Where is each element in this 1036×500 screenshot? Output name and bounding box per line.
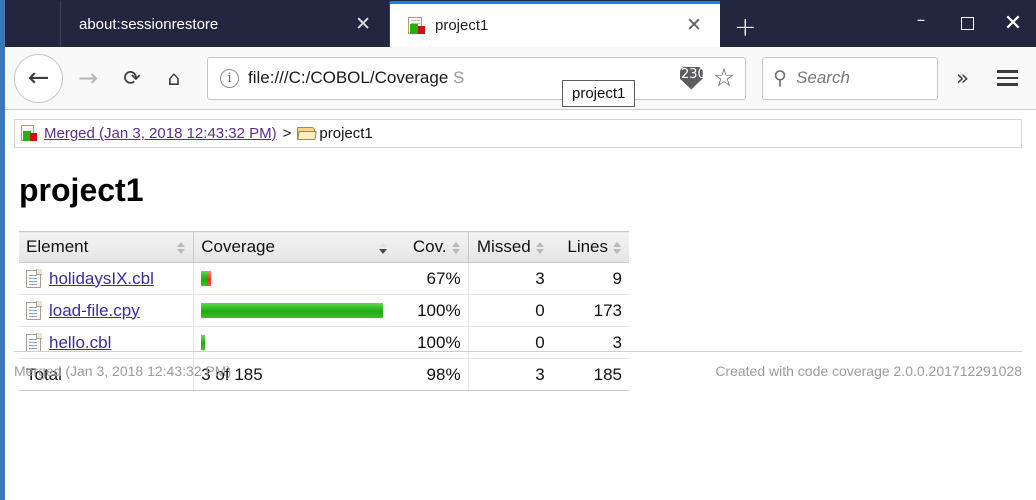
tab-about-sessionrestore[interactable]: about:sessionrestore ✕ (60, 1, 390, 47)
tab-strip: about:sessionrestore ✕ project1 ✕ + (0, 0, 898, 47)
table-head: Element Coverage Cov. Missed Lines (19, 231, 629, 263)
table-row: hello.cbl 100% 0 3 (19, 326, 629, 359)
column-header-lines[interactable]: Lines (551, 231, 629, 263)
cell-cov: 100% (394, 294, 469, 327)
tab-label: about:sessionrestore (79, 15, 219, 33)
sort-arrow-icon (177, 240, 186, 255)
column-header-label: Coverage (201, 237, 275, 256)
file-link[interactable]: holidaysIX.cbl (49, 269, 154, 289)
column-header-label: Lines (567, 237, 608, 256)
sort-arrow-icon (451, 240, 461, 255)
window-controls: – ✕ (898, 0, 1036, 47)
sort-arrow-icon (613, 240, 622, 255)
coverage-bar-missed (207, 271, 212, 286)
tab-content: project1 (408, 16, 489, 35)
tab-label: project1 (435, 17, 489, 34)
browser-window: about:sessionrestore ✕ project1 ✕ + – ✕ (0, 0, 1036, 500)
reload-button[interactable]: ⟳ (115, 61, 149, 95)
maximize-button[interactable] (944, 0, 990, 47)
column-header-label: Cov. (412, 237, 447, 256)
cell-missed: 3 (468, 262, 552, 295)
tooltip: project1 (562, 80, 636, 107)
home-button[interactable]: ⌂ (157, 61, 191, 95)
page-title: project1 (19, 172, 144, 208)
column-header-label: Missed (476, 237, 531, 256)
breadcrumb-current: project1 (319, 125, 373, 142)
coverage-bar (201, 335, 388, 350)
search-input[interactable]: Search (796, 68, 850, 88)
file-icon (26, 268, 42, 288)
window-left-edge-strip (0, 0, 5, 500)
overflow-chevron-icon[interactable]: » (944, 66, 981, 90)
search-icon: ⚲ (773, 67, 788, 89)
cell-element: holidaysIX.cbl (19, 262, 194, 295)
minimize-button[interactable]: – (898, 0, 944, 47)
column-header-coverage[interactable]: Coverage (193, 231, 395, 263)
file-link[interactable]: load-file.cpy (49, 301, 140, 321)
file-link[interactable]: hello.cbl (49, 333, 111, 353)
footer: Merged (Jan 3, 2018 12:43:32 PM) Created… (14, 363, 1022, 379)
cell-coverage-bar (193, 262, 395, 295)
forward-button[interactable]: → (71, 61, 105, 95)
site-info-icon[interactable]: i (220, 68, 239, 88)
pocket-icon[interactable]: \u2304 (668, 66, 714, 91)
new-tab-button[interactable]: + (720, 14, 771, 47)
cell-missed: 0 (468, 326, 552, 359)
table-header-row: Element Coverage Cov. Missed Lines (19, 231, 629, 263)
folder-icon (297, 126, 318, 141)
breadcrumb-link-merged[interactable]: Merged (Jan 3, 2018 12:43:32 PM) (44, 125, 277, 142)
coverage-report-favicon-icon (408, 16, 426, 35)
table-row: load-file.cpy 100% 0 173 (19, 294, 629, 327)
file-icon (26, 300, 42, 320)
sort-arrow-icon (535, 240, 545, 255)
coverage-bar (201, 271, 388, 286)
close-window-button[interactable]: ✕ (990, 0, 1036, 47)
cell-lines: 3 (551, 326, 629, 359)
coverage-bar (201, 303, 388, 318)
close-icon[interactable]: ✕ (680, 14, 708, 37)
navigation-toolbar: ← → ⟳ ⌂ i file:///C:/COBOL/Coverage S \u… (0, 47, 1036, 110)
cell-element: load-file.cpy (19, 294, 194, 327)
table-row: holidaysIX.cbl 67% 3 9 (19, 262, 629, 295)
tab-content: about:sessionrestore (79, 16, 218, 33)
search-box[interactable]: ⚲ Search (762, 56, 939, 100)
sort-arrow-icon (378, 240, 388, 255)
cell-cov: 100% (394, 326, 469, 359)
cell-coverage-bar (193, 326, 395, 359)
back-button[interactable]: ← (14, 53, 63, 103)
tabstrip-left-spacer (0, 1, 60, 47)
column-header-label: Element (26, 237, 89, 256)
coverage-bar-covered (201, 303, 384, 318)
cell-lines: 9 (551, 262, 629, 295)
column-header-missed[interactable]: Missed (468, 231, 552, 263)
file-icon (26, 332, 42, 352)
cell-lines: 173 (551, 294, 629, 327)
cell-coverage-bar (193, 294, 395, 327)
close-icon[interactable]: ✕ (349, 13, 377, 36)
address-bar[interactable]: i file:///C:/COBOL/Coverage S \u2304 ☆ (207, 56, 747, 100)
cell-cov: 67% (394, 262, 469, 295)
tab-project1[interactable]: project1 ✕ (390, 1, 720, 47)
bookmark-star-icon[interactable]: ☆ (713, 65, 735, 91)
coverage-bar-covered (201, 335, 206, 350)
breadcrumb-separator: > (282, 125, 292, 142)
menu-icon[interactable] (987, 70, 1024, 86)
titlebar: about:sessionrestore ✕ project1 ✕ + – ✕ (0, 0, 1036, 47)
cell-element: hello.cbl (19, 326, 194, 359)
url-dimmed-part: S (448, 68, 465, 87)
column-header-cov[interactable]: Cov. (394, 231, 469, 263)
footer-divider (14, 351, 1022, 352)
url-visible-part: file:///C:/COBOL/Coverage (248, 68, 449, 87)
maximize-icon (960, 17, 974, 30)
page-content: Merged (Jan 3, 2018 12:43:32 PM) > proje… (0, 119, 1036, 500)
footer-right-text: Created with code coverage 2.0.0.2017122… (715, 363, 1022, 379)
column-header-element[interactable]: Element (19, 231, 194, 263)
cell-missed: 0 (468, 294, 552, 327)
coverage-report-icon (21, 125, 38, 142)
breadcrumb: Merged (Jan 3, 2018 12:43:32 PM) > proje… (14, 119, 1022, 148)
footer-left-text: Merged (Jan 3, 2018 12:43:32 PM) (14, 363, 232, 379)
